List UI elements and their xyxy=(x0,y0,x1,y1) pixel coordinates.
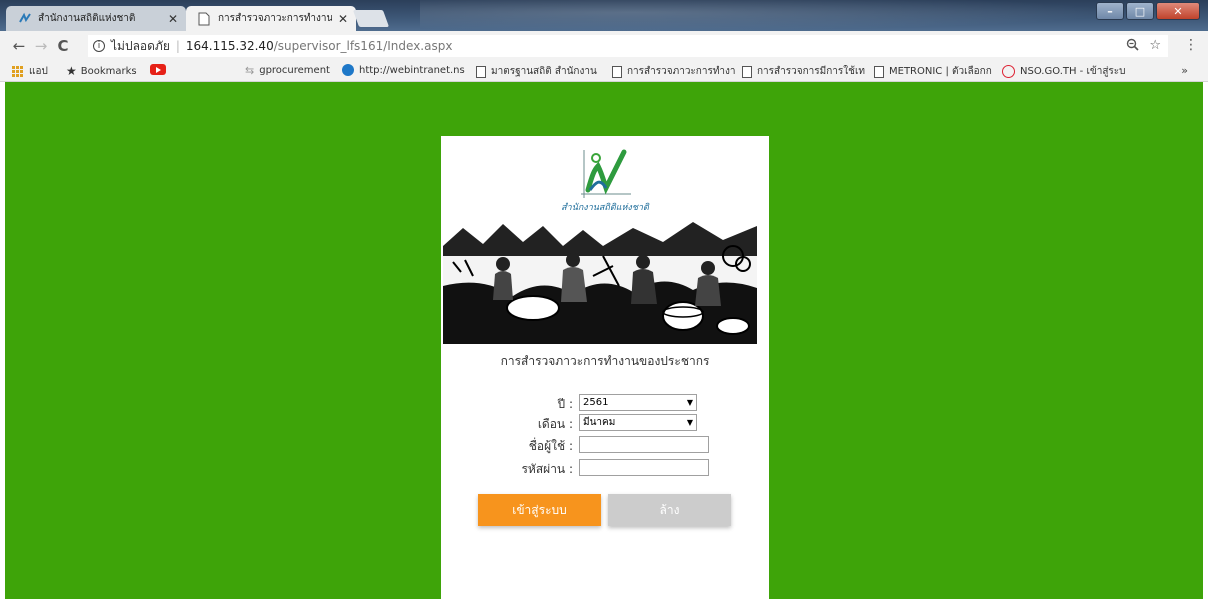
address-separator: | xyxy=(175,39,180,53)
dropdown-arrow-icon: ▼ xyxy=(686,398,693,407)
bookmarks-overflow-icon[interactable]: » xyxy=(1181,64,1188,77)
tab-close-icon[interactable]: ✕ xyxy=(168,12,178,26)
month-select-value: มีนาคม xyxy=(583,417,616,428)
back-button[interactable]: ← xyxy=(8,37,30,55)
tab-labor-survey[interactable]: การสำรวจภาวะการทำงานขอ ✕ xyxy=(186,6,356,31)
year-row: ปี : 2561 ▼ xyxy=(441,394,769,412)
omnibox-actions: ☆ xyxy=(1126,38,1161,55)
minimize-button[interactable]: – xyxy=(1096,2,1124,20)
page-favicon-icon xyxy=(198,12,212,26)
url-path: /supervisor_lfs161/Index.aspx xyxy=(273,39,453,53)
mail-icon xyxy=(1002,65,1015,78)
bookmark-star-icon[interactable]: ☆ xyxy=(1149,38,1161,55)
dropdown-arrow-icon: ▼ xyxy=(686,418,693,427)
bookmark-label: gprocurement xyxy=(259,65,330,76)
bookmark-label: แอป xyxy=(29,66,48,77)
bookmark-label: การสำรวจการมีการใช้เท xyxy=(757,66,865,77)
password-input[interactable] xyxy=(579,459,709,476)
bookmark-labor-survey[interactable]: การสำรวจภาวะการทำงา xyxy=(612,64,736,79)
apps-icon xyxy=(12,65,24,78)
org-name: สำนักงานสถิติแห่งชาติ xyxy=(561,203,649,213)
password-row: รหัสผ่าน : xyxy=(441,459,769,477)
bookmark-folder[interactable]: ★ Bookmarks xyxy=(66,64,137,78)
browser-toolbar: ← → C i ไม่ปลอดภัย | 164.115.32.40 /supe… xyxy=(0,31,1208,61)
page-icon xyxy=(874,65,884,78)
address-bar[interactable]: i ไม่ปลอดภัย | 164.115.32.40 /supervisor… xyxy=(88,35,1168,57)
username-row: ชื่อผู้ใช้ : xyxy=(441,436,769,454)
security-label: ไม่ปลอดภัย xyxy=(111,38,170,53)
window-controls: – □ ✕ xyxy=(1096,2,1200,20)
password-label: รหัสผ่าน : xyxy=(521,462,573,476)
bookmark-nso[interactable]: NSO.GO.TH - เข้าสู่ระบ xyxy=(1002,64,1126,79)
page-icon xyxy=(612,65,622,78)
info-icon[interactable]: i xyxy=(93,40,105,52)
bookmark-gprocurement[interactable]: ⇆ gprocurement xyxy=(245,64,330,77)
year-label: ปี : xyxy=(557,397,573,411)
year-select[interactable]: 2561 ▼ xyxy=(579,394,697,411)
month-select[interactable]: มีนาคม ▼ xyxy=(579,414,697,431)
url-host: 164.115.32.40 xyxy=(185,39,274,53)
bookmarks-bar: แอป ★ Bookmarks ⇆ gprocurement http://we… xyxy=(0,61,1208,82)
tab-nso[interactable]: สำนักงานสถิติแห่งชาติ ✕ xyxy=(6,6,186,31)
bookmark-label: NSO.GO.TH - เข้าสู่ระบ xyxy=(1020,66,1126,77)
maximize-button[interactable]: □ xyxy=(1126,2,1154,20)
username-label: ชื่อผู้ใช้ : xyxy=(528,439,573,453)
nso-favicon-icon xyxy=(18,12,32,26)
username-input[interactable] xyxy=(579,436,709,453)
tab-title: การสำรวจภาวะการทำงานขอ xyxy=(218,13,332,24)
edge-icon xyxy=(342,64,354,76)
bookmark-ict-survey[interactable]: การสำรวจการมีการใช้เท xyxy=(742,64,865,79)
browser-menu-icon[interactable]: ⋮ xyxy=(1184,37,1198,53)
forward-button[interactable]: → xyxy=(30,37,52,55)
bookmark-label: มาตรฐานสถิติ สำนักงาน xyxy=(491,66,597,77)
survey-title: การสำรวจภาวะการทำงานของประชากร xyxy=(500,354,710,368)
reload-button[interactable]: C xyxy=(52,37,74,55)
bookmark-statistics-standard[interactable]: มาตรฐานสถิติ สำนักงาน xyxy=(476,64,597,79)
login-button[interactable]: เข้าสู่ระบบ xyxy=(478,494,601,526)
tab-title: สำนักงานสถิติแห่งชาติ xyxy=(38,13,136,24)
zoom-icon[interactable] xyxy=(1126,38,1139,55)
browser-titlebar: สำนักงานสถิติแห่งชาติ ✕ การสำรวจภาวะการท… xyxy=(0,0,1208,31)
close-window-button[interactable]: ✕ xyxy=(1156,2,1200,20)
gprocurement-icon: ⇆ xyxy=(245,64,255,77)
month-label: เดือน : xyxy=(537,417,573,431)
new-tab-button[interactable] xyxy=(352,10,390,27)
bookmark-label: METRONIC | ตัวเลือกก xyxy=(889,66,992,77)
bookmark-label: การสำรวจภาวะการทำงา xyxy=(627,66,736,77)
tab-close-icon[interactable]: ✕ xyxy=(338,12,348,26)
year-select-value: 2561 xyxy=(583,397,609,408)
bookmark-metronic[interactable]: METRONIC | ตัวเลือกก xyxy=(874,64,992,79)
login-card: สำนักงานสถิติแห่งชาติ การสำรวจภาวะการทำง… xyxy=(441,136,769,599)
illustration-image xyxy=(443,216,757,344)
bookmark-apps[interactable]: แอป xyxy=(12,64,48,79)
page-icon xyxy=(742,65,752,78)
page-viewport: สำนักงานสถิติแห่งชาติ การสำรวจภาวะการทำง… xyxy=(0,82,1208,599)
bookmark-youtube[interactable] xyxy=(150,64,166,75)
bookmark-label: http://webintranet.ns xyxy=(359,64,465,76)
page-icon xyxy=(476,65,486,78)
bookmark-label: Bookmarks xyxy=(80,65,137,77)
clear-button[interactable]: ล้าง xyxy=(608,494,731,526)
month-row: เดือน : มีนาคม ▼ xyxy=(441,414,769,432)
youtube-icon xyxy=(150,64,166,75)
bookmark-webintranet[interactable]: http://webintranet.ns xyxy=(342,64,465,76)
star-icon: ★ xyxy=(66,64,77,78)
